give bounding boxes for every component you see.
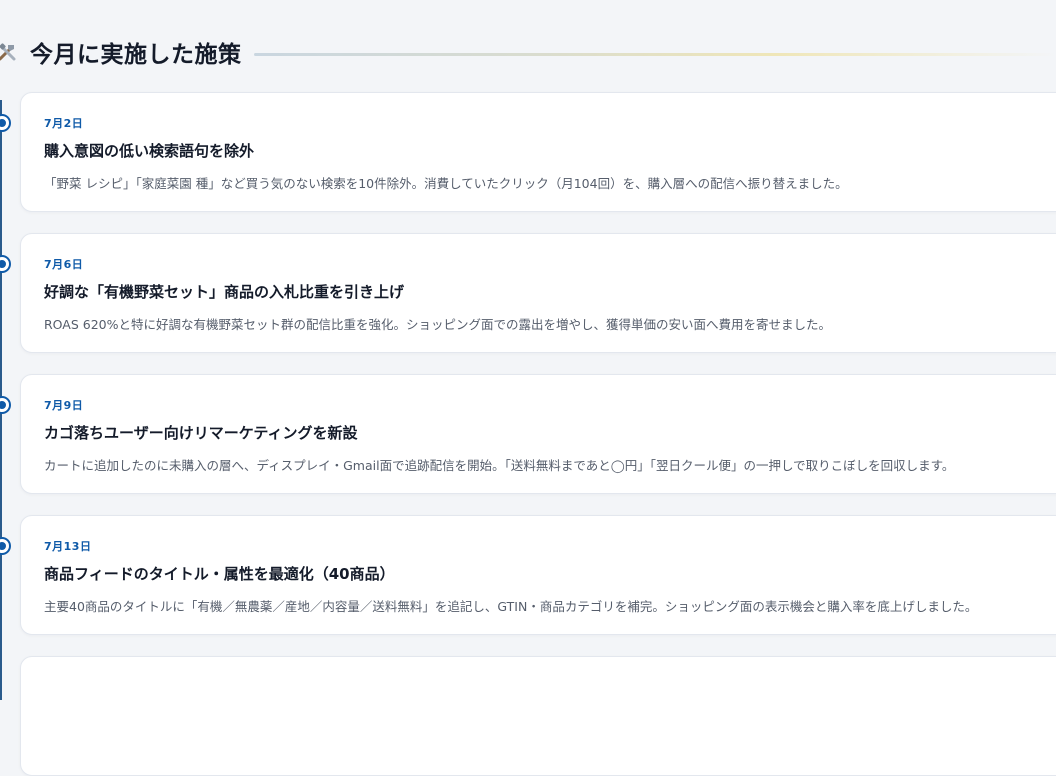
- card-date: 7月6日: [44, 256, 83, 272]
- section-title: 今月に実施した施策: [30, 35, 242, 69]
- timeline-card: 7月6日 好調な「有機野菜セット」商品の入札比重を引き上げ ROAS 620%と…: [20, 233, 1056, 353]
- card-date: 7月9日: [44, 397, 83, 413]
- card-title: 商品フィードのタイトル・属性を最適化（40商品）: [44, 563, 395, 584]
- timeline-card: 7月2日 購入意図の低い検索語句を除外 「野菜 レシピ」「家庭菜園 種」など買う…: [20, 92, 1056, 212]
- title-divider: [254, 53, 1056, 56]
- card-title: 購入意図の低い検索語句を除外: [44, 140, 254, 161]
- timeline-dot: [0, 257, 9, 271]
- card-title: 好調な「有機野菜セット」商品の入札比重を引き上げ: [44, 281, 404, 302]
- card-description: ROAS 620%と特に好調な有機野菜セット群の配信比重を強化。ショッピング面で…: [44, 314, 831, 333]
- card-description: 「野菜 レシピ」「家庭菜園 種」など買う気のない検索を10件除外。消費していたク…: [44, 173, 848, 192]
- timeline-dot: [0, 116, 9, 130]
- card-description: 主要40商品のタイトルに「有機／無農薬／産地／内容量／送料無料」を追記し、GTI…: [44, 596, 977, 615]
- card-description: カートに追加したのに未購入の層へ、ディスプレイ・Gmail面で追跡配信を開始。「…: [44, 455, 954, 474]
- section-header: 今月に実施した施策: [0, 30, 1056, 74]
- card-date: 7月13日: [44, 538, 91, 554]
- timeline-card: 7月13日 商品フィードのタイトル・属性を最適化（40商品） 主要40商品のタイ…: [20, 515, 1056, 635]
- timeline-card-next: [20, 656, 1056, 776]
- card-title: カゴ落ちユーザー向けリマーケティングを新設: [44, 422, 358, 443]
- tools-icon: [0, 41, 18, 63]
- timeline-dot: [0, 398, 9, 412]
- timeline-card: 7月9日 カゴ落ちユーザー向けリマーケティングを新設 カートに追加したのに未購入…: [20, 374, 1056, 494]
- timeline-dot: [0, 539, 9, 553]
- timeline: 7月2日 購入意図の低い検索語句を除外 「野菜 レシピ」「家庭菜園 種」など買う…: [0, 92, 1056, 660]
- card-date: 7月2日: [44, 115, 83, 131]
